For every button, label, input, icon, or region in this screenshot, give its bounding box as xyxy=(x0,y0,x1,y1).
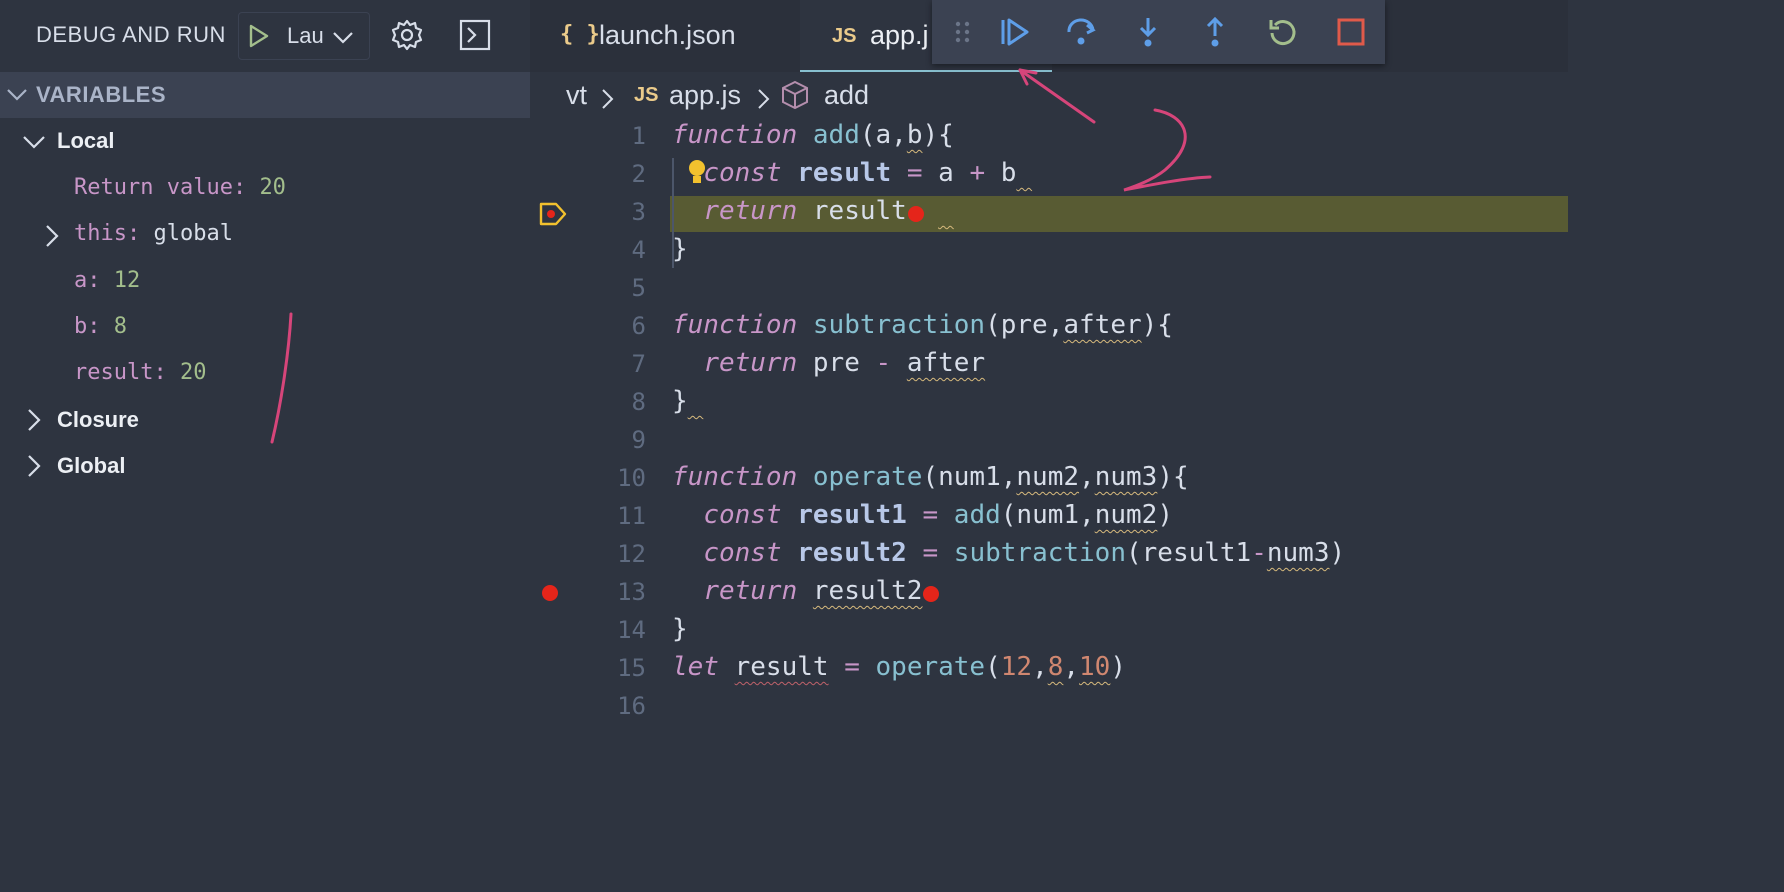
variable-value: 20 xyxy=(179,360,207,385)
chevron-right-icon[interactable] xyxy=(24,454,42,483)
gear-icon[interactable] xyxy=(390,18,424,57)
scope-global[interactable]: Global xyxy=(57,453,125,479)
symbol-method-icon xyxy=(781,80,809,115)
json-file-icon: { } xyxy=(560,22,600,47)
variable-name: a: xyxy=(74,268,101,293)
chevron-right-icon xyxy=(756,88,770,115)
run-config-select[interactable]: Lau xyxy=(238,12,370,60)
variable-name: Return value: xyxy=(74,175,247,200)
step-out-icon[interactable] xyxy=(1199,16,1231,48)
variable-row-a[interactable]: a: 12 xyxy=(74,268,140,293)
tab-label: app.j xyxy=(870,20,929,50)
chevron-right-icon[interactable] xyxy=(42,224,60,253)
chevron-right-icon[interactable] xyxy=(24,408,42,437)
debug-toolbar xyxy=(932,0,1385,64)
variable-name: result: xyxy=(74,360,167,385)
variable-value: 12 xyxy=(113,268,141,293)
code-line[interactable]: } xyxy=(672,386,703,416)
variable-name: b: xyxy=(74,314,101,339)
code-line[interactable]: function subtraction(pre,after){ xyxy=(672,310,1173,340)
inline-breakpoint-icon[interactable] xyxy=(923,586,939,602)
code-line[interactable]: const result2 = subtraction(result1-num3… xyxy=(672,538,1345,568)
code-line[interactable]: return result2 xyxy=(672,576,922,606)
code-line[interactable]: function add(a,b){ xyxy=(672,120,954,150)
variable-row-b[interactable]: b: 8 xyxy=(74,314,127,339)
variables-title: VARIABLES xyxy=(36,82,166,107)
breadcrumb: vt JS app.js add xyxy=(530,72,1568,118)
debug-stackframe-icon[interactable] xyxy=(538,201,568,232)
step-into-icon[interactable] xyxy=(1132,16,1164,48)
scope-local[interactable]: Local xyxy=(57,128,114,154)
code-editor[interactable]: 1 2 3 4 5 6 7 8 9 10 11 12 13 14 15 16 f… xyxy=(530,118,1568,784)
chevron-down-icon[interactable] xyxy=(6,86,28,109)
drag-handle-icon[interactable] xyxy=(952,16,974,48)
line-number: 16 xyxy=(617,692,646,720)
variable-row-return[interactable]: Return value: 20 xyxy=(74,175,286,200)
terminal-icon[interactable] xyxy=(458,18,492,57)
js-file-icon: JS xyxy=(832,25,857,47)
line-number: 1 xyxy=(631,122,646,150)
chevron-down-icon[interactable] xyxy=(331,27,355,52)
variable-name: this: xyxy=(74,221,141,246)
line-number: 15 xyxy=(617,654,646,682)
code-line[interactable]: } xyxy=(672,234,688,264)
variable-value: 20 xyxy=(259,175,286,200)
line-number: 11 xyxy=(617,502,646,530)
variable-row-result[interactable]: result: 20 xyxy=(74,360,206,385)
restart-icon[interactable] xyxy=(1267,16,1299,48)
line-number: 9 xyxy=(631,426,646,454)
tab-launch-json[interactable]: { } launch.json xyxy=(530,0,800,72)
debug-header: DEBUG AND RUN Lau xyxy=(0,0,530,72)
code-line[interactable]: let result = operate(12,8,10) xyxy=(672,652,1126,682)
code-line[interactable]: } xyxy=(672,614,688,644)
line-number: 5 xyxy=(631,274,646,302)
breakpoint-icon[interactable] xyxy=(542,585,558,601)
variable-value: 8 xyxy=(113,314,127,339)
line-number: 13 xyxy=(617,578,646,606)
breadcrumb-symbol[interactable]: add xyxy=(824,80,869,111)
run-config-label: Lau xyxy=(287,23,324,48)
stop-icon[interactable] xyxy=(1335,16,1367,48)
line-number: 3 xyxy=(631,198,646,226)
continue-icon[interactable] xyxy=(998,16,1030,48)
inline-breakpoint-icon[interactable] xyxy=(908,206,924,222)
variable-row-this[interactable]: this: global xyxy=(74,221,233,246)
line-number: 7 xyxy=(631,350,646,378)
scope-closure[interactable]: Closure xyxy=(57,407,139,433)
line-number: 14 xyxy=(617,616,646,644)
line-number: 4 xyxy=(631,236,646,264)
breadcrumb-folder[interactable]: vt xyxy=(566,80,587,111)
play-icon[interactable] xyxy=(245,23,271,54)
step-over-icon[interactable] xyxy=(1065,16,1097,48)
js-file-icon: JS xyxy=(634,84,659,106)
line-number: 10 xyxy=(617,464,646,492)
line-number: 6 xyxy=(631,312,646,340)
chevron-right-icon xyxy=(600,88,614,115)
variables-section-header[interactable]: VARIABLES xyxy=(0,72,530,118)
code-line[interactable]: return pre - after xyxy=(672,348,985,378)
code-line[interactable]: function operate(num1,num2,num3){ xyxy=(672,462,1189,492)
chevron-down-icon[interactable] xyxy=(22,132,46,157)
line-number: 2 xyxy=(631,160,646,188)
line-number: 12 xyxy=(617,540,646,568)
variable-value: global xyxy=(153,221,233,246)
breadcrumb-file[interactable]: app.js xyxy=(669,80,741,111)
tab-label: launch.json xyxy=(599,20,736,50)
debug-title: DEBUG AND RUN xyxy=(36,22,226,47)
lightbulb-icon[interactable] xyxy=(686,158,708,191)
code-line[interactable]: const result1 = add(num1,num2) xyxy=(672,500,1173,530)
code-line[interactable]: const result = a + b xyxy=(672,158,1032,188)
debug-sidebar: DEBUG AND RUN Lau VARIABLES Local Return… xyxy=(0,0,530,784)
line-number: 8 xyxy=(631,388,646,416)
